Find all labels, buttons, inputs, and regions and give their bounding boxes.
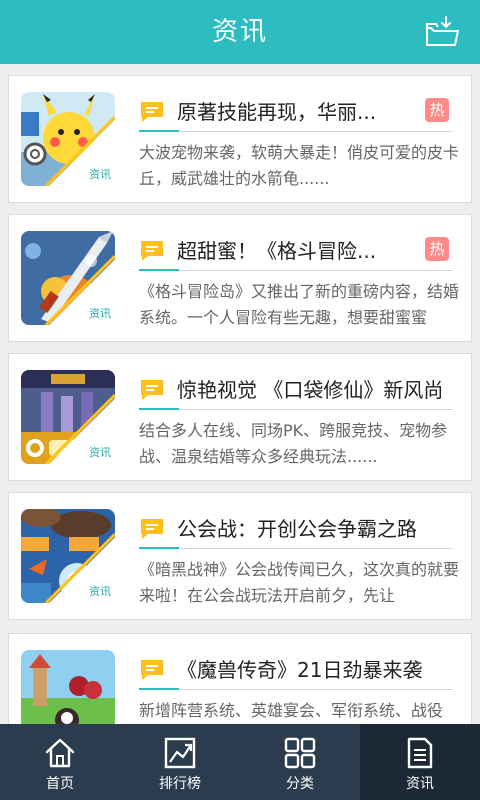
news-tag: 资讯 [69,581,115,603]
article-thumbnail: 资讯 [21,370,115,464]
article-thumbnail [21,650,115,724]
tab-category[interactable]: 分类 [240,724,360,800]
tab-ranking[interactable]: 排行榜 [120,724,240,800]
hot-badge: 热 [425,237,449,261]
article-title[interactable]: 原著技能再现，华丽... [177,96,407,128]
category-grid-icon [284,737,316,769]
page-title: 资讯 [211,17,268,47]
divider-accent [139,688,179,690]
home-icon [45,738,75,768]
article-thumbnail: 资讯 [21,231,115,325]
tab-label: 排行榜 [159,776,201,792]
chat-bubble-icon [141,380,163,400]
article-summary: 大波宠物来袭，软萌大暴走！俏皮可爱的皮卡丘，威武雄壮的水箭龟...... [139,143,460,188]
article-summary: 《暗黑战神》公会战传闻已久，这次真的就要来啦！在公会战玩法开启前夕，先让 [139,560,460,605]
chat-bubble-icon [141,102,163,122]
news-tag: 资讯 [69,164,115,186]
news-card[interactable]: 资讯 公会战：开创公会争霸之路 《暗黑战神》公会战传闻已久，这次真的就要来啦！在… [8,492,472,620]
ranking-chart-icon [164,737,196,769]
chat-bubble-icon [141,241,163,261]
news-document-icon [407,737,433,769]
divider-accent [139,130,179,132]
divider [139,131,453,132]
tab-label: 首页 [46,776,74,792]
divider [139,548,453,549]
divider [139,689,453,690]
tab-home[interactable]: 首页 [0,724,120,800]
tab-label: 分类 [286,776,314,792]
bottom-tab-bar: 首页 排行榜 分类 资讯 [0,724,480,800]
tab-label: 资讯 [406,776,434,792]
article-thumbnail: 资讯 [21,509,115,603]
news-card[interactable]: 资讯 原著技能再现，华丽... 热 大波宠物来袭，软萌大暴走！俏皮可爱的皮卡丘，… [8,75,472,203]
folder-download-icon[interactable] [424,14,460,50]
article-title[interactable]: 惊艳视觉 《口袋修仙》新风尚 [177,374,467,406]
article-thumbnail: 资讯 [21,92,115,186]
divider-accent [139,269,179,271]
article-title[interactable]: 《魔兽传奇》21日劲暴来袭 [177,654,467,686]
news-card[interactable]: 资讯 超甜蜜！《格斗冒险... 热 《格斗冒险岛》又推出了新的重磅内容，结婚系统… [8,214,472,342]
divider [139,270,453,271]
news-tag: 资讯 [69,303,115,325]
chat-bubble-icon [141,660,163,680]
tab-news[interactable]: 资讯 [360,724,480,800]
article-title[interactable]: 超甜蜜！《格斗冒险... [177,235,407,267]
hot-badge: 热 [425,98,449,122]
article-summary: 结合多人在线、同场PK、跨服竞技、宠物参战、温泉结婚等众多经典玩法...... [139,421,448,466]
chat-bubble-icon [141,519,163,539]
divider [139,409,453,410]
article-title[interactable]: 公会战：开创公会争霸之路 [177,513,467,545]
divider-accent [139,547,179,549]
article-summary: 新增阵营系统、英雄宴会、军衔系统、战役 [139,701,444,720]
news-list[interactable]: 资讯 原著技能再现，华丽... 热 大波宠物来袭，软萌大暴走！俏皮可爱的皮卡丘，… [0,64,480,724]
app-header: 资讯 [0,0,480,64]
divider-accent [139,408,179,410]
news-card[interactable]: 资讯 惊艳视觉 《口袋修仙》新风尚 结合多人在线、同场PK、跨服竞技、宠物参战、… [8,353,472,481]
news-card[interactable]: 《魔兽传奇》21日劲暴来袭 新增阵营系统、英雄宴会、军衔系统、战役 [8,633,472,724]
news-tag: 资讯 [69,442,115,464]
article-summary: 《格斗冒险岛》又推出了新的重磅内容，结婚系统。一个人冒险有些无趣，想要甜蜜蜜 [139,282,460,327]
